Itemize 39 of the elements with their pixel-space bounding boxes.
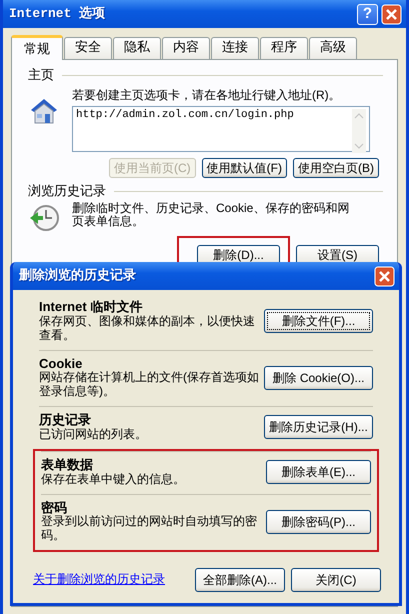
item-description: 网站存储在计算机上的文件(保存首选项如登录信息等)。 xyxy=(39,371,260,400)
button[interactable]: 设置(S) xyxy=(296,244,379,265)
tab[interactable]: 常规 xyxy=(11,35,63,60)
window-title: 删除浏览的历史记录 xyxy=(19,268,137,284)
item-title: Cookie xyxy=(39,356,84,371)
button[interactable]: 全部删除(A)... xyxy=(195,568,285,592)
window-title: Internet 选项 xyxy=(9,6,106,22)
button[interactable]: 删除文件(F)... xyxy=(264,309,373,334)
button[interactable]: 删除历史记录(H)... xyxy=(264,415,373,440)
close-icon[interactable] xyxy=(381,4,402,24)
button[interactable]: 关闭(C) xyxy=(291,568,381,592)
button[interactable]: 使用空白页(B) xyxy=(293,158,379,178)
item-description: 保存网页、图像和媒体的副本，以便快速查看。 xyxy=(39,314,256,343)
section-heading: 浏览历史记录 xyxy=(28,184,106,199)
item-title: Internet 临时文件 xyxy=(39,300,144,315)
instruction-text: 若要创建主页选项卡，请在各地址行键入地址(R)。 xyxy=(72,88,342,103)
description-text: 删除临时文件、历史记录、Cookie、保存的密码和网页表单信息。 xyxy=(72,202,350,230)
close-icon[interactable] xyxy=(374,266,395,286)
tab[interactable]: 隐私 xyxy=(113,37,161,59)
scrollbar-icon xyxy=(352,108,366,153)
tab[interactable]: 高级 xyxy=(309,37,357,59)
item-description: 保存在表单中键入的信息。 xyxy=(41,472,186,487)
section-heading: 主页 xyxy=(28,68,54,83)
button[interactable]: 使用默认值(F) xyxy=(202,158,287,178)
button[interactable]: 删除密码(P)... xyxy=(266,510,371,534)
item-title: 历史记录 xyxy=(39,413,92,428)
item-description: 已访问网站的列表。 xyxy=(39,428,148,442)
item-title: 密码 xyxy=(41,500,68,515)
button[interactable]: 删除(D)... xyxy=(197,244,280,265)
help-link[interactable]: 关于删除浏览的历史记录 xyxy=(33,573,165,587)
item-description: 登录到以前访问过的网站时自动填写的密码。 xyxy=(41,515,258,544)
button[interactable]: 删除表单(E)... xyxy=(266,460,371,484)
button[interactable]: 删除 Cookie(O)... xyxy=(264,366,373,390)
tab[interactable]: 连接 xyxy=(211,37,259,59)
tab[interactable]: 内容 xyxy=(162,37,210,59)
tab[interactable]: 安全 xyxy=(64,37,112,59)
tab[interactable]: 程序 xyxy=(260,37,308,59)
item-title: 表单数据 xyxy=(41,458,94,473)
address-field[interactable]: http://admin.zol.com.cn/login.php xyxy=(72,106,370,152)
